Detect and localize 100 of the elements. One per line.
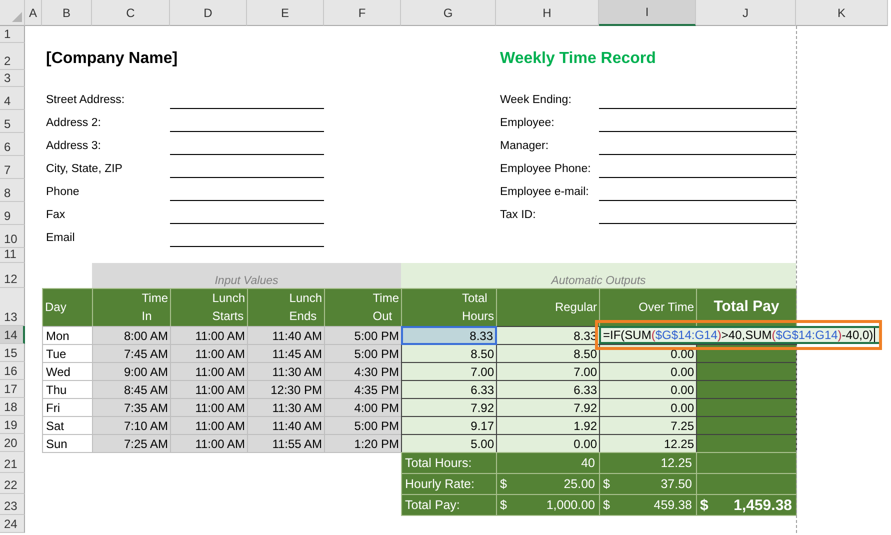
row-header[interactable]: 24 xyxy=(0,515,25,533)
table-cell: 11:55 AM xyxy=(247,434,325,453)
grand-total: 1,459.38 xyxy=(734,496,792,514)
column-heading: Day xyxy=(42,288,93,327)
row-header[interactable]: 11 xyxy=(0,248,25,263)
table-cell: 12.25 xyxy=(599,434,697,453)
amount: 37.50 xyxy=(660,477,692,491)
row-header[interactable]: 23 xyxy=(0,494,25,515)
table-cell: 0.00 xyxy=(599,380,697,399)
currency-sign: $ xyxy=(603,498,610,512)
table-cell: 6.33 xyxy=(496,380,600,399)
row-header[interactable]: 12 xyxy=(0,263,25,288)
table-cell: 5:00 PM xyxy=(324,326,402,345)
row-header[interactable]: 2 xyxy=(0,43,25,70)
currency-sign: $ xyxy=(603,477,610,491)
table-cell: 11:45 AM xyxy=(247,344,325,363)
row-header[interactable]: 1 xyxy=(0,26,25,43)
table-cell: 7.00 xyxy=(496,362,600,381)
row-header[interactable]: 10 xyxy=(0,225,25,248)
formula-input[interactable]: =IF(SUM($G$14:G14)>40,SUM($G$14:G14)-40,0) xyxy=(599,326,879,344)
table-cell: 12:30 PM xyxy=(247,380,325,399)
table-cell: 1:20 PM xyxy=(324,434,402,453)
row-header[interactable]: 6 xyxy=(0,133,25,156)
table-cell: 11:00 AM xyxy=(170,362,248,381)
table-cell: 8.50 xyxy=(496,344,600,363)
column-header[interactable]: K xyxy=(796,0,888,26)
table-cell: 0.00 xyxy=(599,362,697,381)
column-heading: Total Hours xyxy=(401,288,497,327)
section-label: Automatic Outputs xyxy=(401,263,796,288)
row-header[interactable]: 14 xyxy=(0,326,25,344)
field-label: Address 2: xyxy=(45,116,102,131)
column-header[interactable]: D xyxy=(170,0,247,26)
table-cell: 11:30 AM xyxy=(247,398,325,417)
table-cell: 8:00 AM xyxy=(92,326,171,345)
column-heading: Lunch Ends xyxy=(247,288,325,327)
table-cell: 4:30 PM xyxy=(324,362,402,381)
table-cell: 7:45 AM xyxy=(92,344,171,363)
row-header[interactable]: 18 xyxy=(0,398,25,416)
column-header[interactable]: E xyxy=(247,0,324,26)
amount: 40 xyxy=(581,456,595,470)
table-cell: 9:00 AM xyxy=(92,362,171,381)
column-header[interactable]: A xyxy=(25,0,42,26)
field-label: City, State, ZIP xyxy=(45,162,124,177)
table-cell: 7:35 AM xyxy=(92,398,171,417)
table-cell: 4:35 PM xyxy=(324,380,402,399)
column-header[interactable]: G xyxy=(401,0,496,26)
column-header[interactable]: B xyxy=(42,0,92,26)
amount: 12.25 xyxy=(660,456,692,470)
total-label: Total Hours: xyxy=(401,452,497,474)
column-heading: Regular xyxy=(496,288,600,327)
row-header[interactable]: 20 xyxy=(0,434,25,452)
amount: 459.38 xyxy=(654,498,692,512)
field-label: Manager: xyxy=(499,139,550,154)
company-name: [Company Name] xyxy=(45,49,179,69)
row-header[interactable]: 7 xyxy=(0,156,25,179)
table-cell: 11:40 AM xyxy=(247,326,325,345)
table-cell: 11:30 AM xyxy=(247,362,325,381)
table-cell: 9.17 xyxy=(401,416,497,435)
column-header[interactable]: H xyxy=(496,0,599,26)
table-cell: 7.92 xyxy=(496,398,600,417)
row-header[interactable]: 16 xyxy=(0,362,25,380)
total-label: Total Pay: xyxy=(401,494,497,516)
table-cell: 5:00 PM xyxy=(324,416,402,435)
currency-sign: $ xyxy=(500,477,507,491)
row-header[interactable]: 5 xyxy=(0,110,25,133)
table-cell: 11:00 AM xyxy=(170,434,248,453)
row-header[interactable]: 22 xyxy=(0,473,25,494)
table-cell: 0.00 xyxy=(496,434,600,453)
field-label: Address 3: xyxy=(45,139,102,154)
row-header[interactable]: 15 xyxy=(0,344,25,362)
row-header[interactable]: 13 xyxy=(0,288,25,326)
field-label: Employee: xyxy=(499,116,556,131)
amount: 25.00 xyxy=(564,477,595,491)
field-label: Fax xyxy=(45,208,66,223)
column-heading: Time Out xyxy=(324,288,402,327)
field-label: Tax ID: xyxy=(499,208,537,223)
referenced-cell: 8.33 xyxy=(401,326,497,345)
row-header[interactable]: 17 xyxy=(0,380,25,398)
column-header[interactable]: J xyxy=(696,0,796,26)
table-cell: Sun xyxy=(42,434,93,453)
field-label: Phone xyxy=(45,185,80,200)
row-header[interactable]: 4 xyxy=(0,87,25,110)
table-cell: 1.92 xyxy=(496,416,600,435)
table-cell: 4:00 PM xyxy=(324,398,402,417)
row-header[interactable]: 3 xyxy=(0,70,25,87)
row-header[interactable]: 19 xyxy=(0,416,25,434)
column-header[interactable]: C xyxy=(92,0,170,26)
table-cell: 7.00 xyxy=(401,362,497,381)
table-cell: 7:10 AM xyxy=(92,416,171,435)
column-header[interactable]: I xyxy=(599,0,696,26)
table-cell: 11:40 AM xyxy=(247,416,325,435)
row-header[interactable]: 9 xyxy=(0,202,25,225)
corner-triangle-icon xyxy=(12,12,22,22)
field-label: Street Address: xyxy=(45,93,126,108)
total-label: Hourly Rate: xyxy=(401,473,497,495)
table-cell: 5:00 PM xyxy=(324,344,402,363)
row-header[interactable]: 21 xyxy=(0,452,25,473)
amount: 1,000.00 xyxy=(546,498,595,512)
column-header[interactable]: F xyxy=(324,0,401,26)
row-header[interactable]: 8 xyxy=(0,179,25,202)
